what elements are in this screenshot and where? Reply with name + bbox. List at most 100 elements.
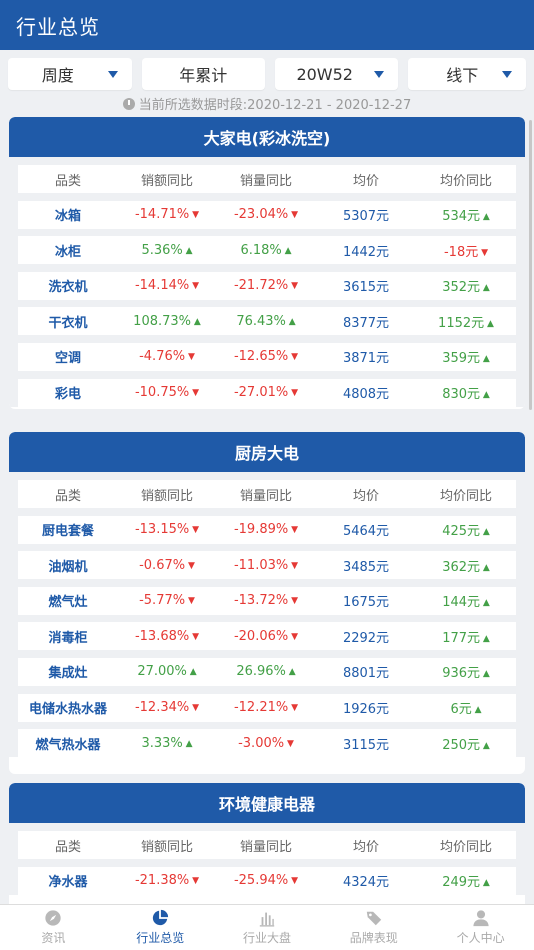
avg-price: 1442元 <box>342 244 390 260</box>
avg-price: 8801元 <box>342 666 390 682</box>
volume-yoy: -19.89% <box>216 522 316 537</box>
tab-profile[interactable]: 个人中心 <box>427 905 534 950</box>
table-row[interactable]: 燃气灶 -5.77% -13.72% 1675元 144元 <box>18 586 516 615</box>
sales-yoy: -21.38% <box>118 873 216 888</box>
column-header: 销量同比 <box>239 173 292 189</box>
table-row[interactable]: 净水器 -21.38% -25.94% 4324元 249元 <box>18 866 516 895</box>
table-row[interactable]: 燃气热水器 3.33% -3.00% 3115元 250元 <box>18 729 516 758</box>
table-row[interactable]: 电储水热水器 -12.34% -12.21% 1926元 6元 <box>18 693 516 722</box>
table-header-row: 品类 销额同比 销量同比 均价 均价同比 <box>18 831 516 859</box>
column-header: 销量同比 <box>239 839 292 855</box>
avg-price: 5307元 <box>342 209 390 225</box>
avg-price-yoy: -18元 <box>416 241 516 260</box>
avg-price: 3115元 <box>342 737 390 753</box>
table-row[interactable]: 干衣机 108.73% 76.43% 8377元 1152元 <box>18 307 516 336</box>
sales-yoy: -4.76% <box>118 349 216 364</box>
category-name[interactable]: 厨电套餐 <box>18 520 118 539</box>
column-header: 均价同比 <box>439 488 492 504</box>
filter-label: 年累计 <box>179 66 228 85</box>
chevron-down-icon <box>374 71 385 78</box>
pie-chart-icon <box>153 909 169 926</box>
week-select[interactable]: 20W52 <box>274 58 399 90</box>
table-row[interactable]: 洗衣机 -14.14% -21.72% 3615元 352元 <box>18 271 516 300</box>
sales-yoy: -13.15% <box>118 522 216 537</box>
tab-industry-market[interactable]: 行业大盘 <box>214 905 321 950</box>
volume-yoy: -25.94% <box>216 873 316 888</box>
category-name[interactable]: 洗衣机 <box>18 276 118 295</box>
sales-yoy: 5.36% <box>118 243 216 258</box>
column-header: 均价 <box>352 488 379 504</box>
table-row[interactable]: 彩电 -10.75% -27.01% 4808元 830元 <box>18 378 516 407</box>
category-name[interactable]: 油烟机 <box>18 556 118 575</box>
scrollbar[interactable] <box>529 120 532 410</box>
category-name[interactable]: 电储水热水器 <box>18 698 118 717</box>
sales-yoy: -10.75% <box>118 385 216 400</box>
column-header: 均价同比 <box>439 173 492 189</box>
period-type-select[interactable]: 周度 <box>8 58 132 90</box>
category-name[interactable]: 空调 <box>18 347 118 366</box>
table-row[interactable]: 消毒柜 -13.68% -20.06% 2292元 177元 <box>18 622 516 651</box>
bottom-tab-bar: 资讯 行业总览 行业大盘 品牌表现 个人中心 <box>0 904 534 950</box>
avg-price-yoy: 362元 <box>416 556 516 575</box>
user-icon <box>472 910 489 927</box>
filter-label: 线下 <box>446 66 479 85</box>
table-row[interactable]: 厨电套餐 -13.15% -19.89% 5464元 425元 <box>18 515 516 544</box>
section-title: 厨房大电 <box>9 432 525 472</box>
tab-label: 行业大盘 <box>242 931 291 945</box>
volume-yoy: -12.21% <box>216 700 316 715</box>
filter-bar: 周度 年累计 20W52 线下 <box>0 58 534 90</box>
avg-price-yoy: 144元 <box>416 591 516 610</box>
category-name[interactable]: 彩电 <box>18 383 118 402</box>
avg-price-yoy: 6元 <box>416 698 516 717</box>
table-row[interactable]: 油烟机 -0.67% -11.03% 3485元 362元 <box>18 551 516 580</box>
category-name[interactable]: 消毒柜 <box>18 627 118 646</box>
volume-yoy: -13.72% <box>216 593 316 608</box>
section-title: 大家电(彩冰洗空) <box>9 117 525 157</box>
table-header-row: 品类 销额同比 销量同比 均价 均价同比 <box>18 480 516 508</box>
table-row[interactable]: 冰箱 -14.71% -23.04% 5307元 534元 <box>18 200 516 229</box>
category-name[interactable]: 燃气灶 <box>18 591 118 610</box>
table-row[interactable]: 冰柜 5.36% 6.18% 1442元 -18元 <box>18 236 516 265</box>
cumulative-toggle[interactable]: 年累计 <box>141 58 265 90</box>
column-header: 销额同比 <box>140 488 193 504</box>
section-major-appliances: 大家电(彩冰洗空) 品类 销额同比 销量同比 均价 均价同比 冰箱 -14.71… <box>9 117 525 409</box>
page-title: 行业总览 <box>16 14 100 39</box>
sales-yoy: 108.73% <box>118 314 216 329</box>
volume-yoy: -3.00% <box>216 736 316 751</box>
avg-price: 5464元 <box>342 524 390 540</box>
category-name[interactable]: 干衣机 <box>18 312 118 331</box>
sales-yoy: 3.33% <box>118 736 216 751</box>
column-header: 销量同比 <box>239 488 292 504</box>
tab-label: 行业总览 <box>136 931 185 945</box>
section-table: 品类 销额同比 销量同比 均价 均价同比 净水器 -21.38% -25.94%… <box>9 823 525 895</box>
avg-price: 4324元 <box>342 875 390 891</box>
table-row[interactable]: 集成灶 27.00% 26.96% 8801元 936元 <box>18 657 516 686</box>
sales-yoy: -12.34% <box>118 700 216 715</box>
volume-yoy: -23.04% <box>216 207 316 222</box>
tab-news[interactable]: 资讯 <box>0 905 107 950</box>
category-name[interactable]: 冰箱 <box>18 205 118 224</box>
tab-label: 品牌表现 <box>349 931 398 945</box>
filter-label: 周度 <box>41 66 74 85</box>
column-header: 销额同比 <box>140 839 193 855</box>
volume-yoy: 6.18% <box>216 243 316 258</box>
avg-price: 3871元 <box>342 351 390 367</box>
tab-label: 资讯 <box>41 931 66 945</box>
avg-price: 1675元 <box>342 595 390 611</box>
avg-price-yoy: 359元 <box>416 347 516 366</box>
column-header: 品类 <box>54 173 81 189</box>
category-name[interactable]: 集成灶 <box>18 662 118 681</box>
tab-brand-performance[interactable]: 品牌表现 <box>320 905 427 950</box>
category-name[interactable]: 冰柜 <box>18 241 118 260</box>
category-name[interactable]: 净水器 <box>18 871 118 890</box>
channel-select[interactable]: 线下 <box>408 58 526 90</box>
section-title: 环境健康电器 <box>9 783 525 823</box>
section-health-appliances: 环境健康电器 品类 销额同比 销量同比 均价 均价同比 净水器 -21.38% … <box>9 783 525 913</box>
avg-price-yoy: 249元 <box>416 871 516 890</box>
sales-yoy: -14.14% <box>118 278 216 293</box>
period-text: 当前所选数据时段:2020-12-21 - 2020-12-27 <box>138 98 412 113</box>
avg-price: 4808元 <box>342 387 390 403</box>
table-row[interactable]: 空调 -4.76% -12.65% 3871元 359元 <box>18 342 516 371</box>
tab-industry-overview[interactable]: 行业总览 <box>107 905 214 950</box>
category-name[interactable]: 燃气热水器 <box>18 734 118 753</box>
